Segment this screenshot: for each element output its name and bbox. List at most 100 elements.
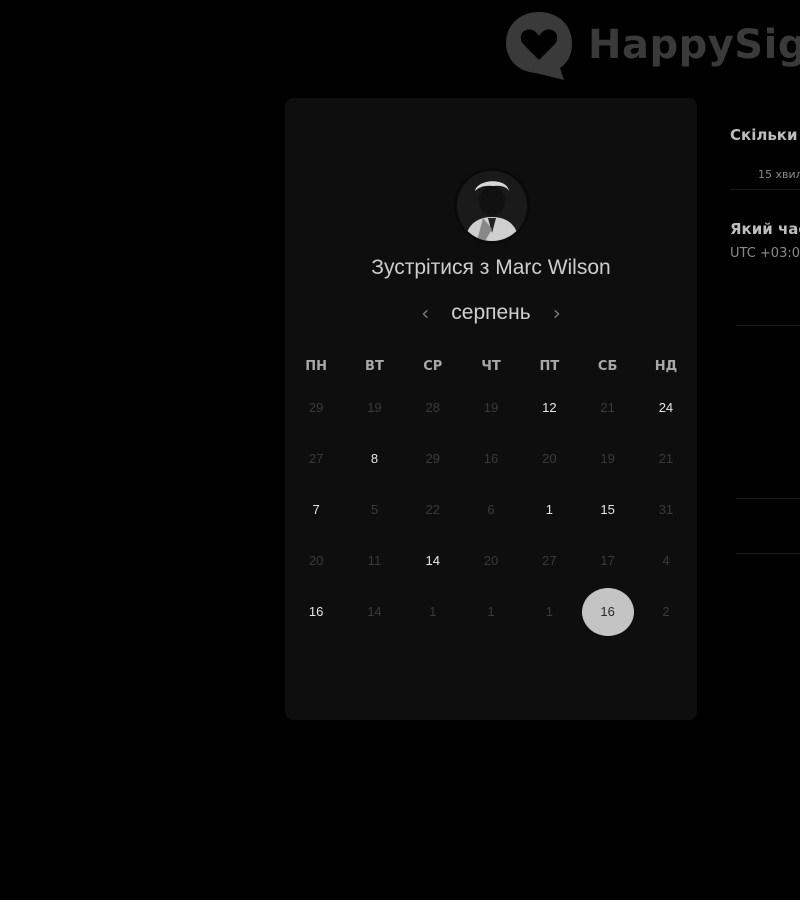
day-number: 20: [483, 553, 499, 568]
calendar-week-row: 7 5 22 6 1 15 31: [287, 484, 699, 535]
day-number: 4: [662, 553, 670, 568]
calendar-day: 21: [637, 451, 695, 466]
day-number: 24: [658, 400, 674, 415]
weekday-label: ЧТ: [481, 358, 501, 374]
person-icon: [457, 171, 527, 241]
weekday-label: ПН: [305, 358, 328, 374]
day-number: 17: [600, 553, 615, 568]
calendar-week-row: 27 8 29 16 20 19 21: [287, 433, 699, 484]
calendar-day: 19: [462, 400, 520, 415]
calendar-day-selected[interactable]: 16: [578, 587, 636, 636]
weekday-label: СБ: [597, 358, 618, 374]
day-number: 29: [425, 451, 440, 466]
calendar-grid: ПН ВТ СР ЧТ ПТ СБ НД 29 19 28 19 12 21 24 27 8 29…: [287, 350, 699, 637]
calendar-week-row: 16 14 1 1 1 16 2: [287, 586, 699, 637]
avatar: [454, 168, 530, 244]
day-number: 16: [483, 451, 499, 466]
calendar-day: 5: [345, 502, 403, 517]
day-number: 19: [483, 400, 499, 415]
calendar-day: 27: [520, 553, 578, 568]
chevron-left-icon[interactable]: ‹: [415, 301, 435, 325]
day-number: 6: [487, 502, 495, 517]
timezone-select[interactable]: UTC +03:0: [730, 246, 800, 261]
day-number: 11: [367, 553, 382, 568]
day-number: 1: [487, 604, 495, 619]
time-question: Який час: [730, 220, 800, 238]
calendar-day: 19: [578, 451, 636, 466]
booking-card: Зустрітися з Marc Wilson ‹ серпень › ПН …: [285, 98, 697, 720]
calendar-day: 11: [345, 553, 403, 568]
month-label: серпень: [451, 301, 531, 324]
calendar-day[interactable]: 8: [345, 451, 403, 466]
calendar-day: 19: [345, 400, 403, 415]
day-number: 20: [542, 451, 557, 466]
page: HappySig Зустрітися з Marc Wilson ‹ серп…: [0, 0, 800, 900]
calendar-day: 1: [404, 604, 462, 619]
day-number: 1: [429, 604, 437, 619]
day-number: 7: [312, 502, 320, 517]
day-number: 1: [545, 502, 553, 517]
day-number: 12: [542, 400, 557, 415]
calendar-day: 1: [462, 604, 520, 619]
calendar-day: 2: [637, 604, 695, 619]
day-number: 19: [367, 400, 382, 415]
day-number: 21: [658, 451, 674, 466]
day-number: 16: [308, 604, 324, 619]
calendar-day: 20: [462, 553, 520, 568]
calendar-day: 6: [462, 502, 520, 517]
heart-chat-icon: [506, 12, 572, 80]
calendar-day[interactable]: 24: [637, 400, 695, 415]
divider: [736, 325, 800, 326]
weekday-label: НД: [654, 358, 678, 374]
day-number: 19: [600, 451, 615, 466]
day-number: 14: [425, 553, 440, 568]
calendar-day: 29: [287, 400, 345, 415]
divider: [736, 553, 800, 554]
calendar-day[interactable]: 16: [287, 604, 345, 619]
weekday-label: СР: [423, 358, 443, 374]
calendar-day: 16: [462, 451, 520, 466]
calendar-week-row: 29 19 28 19 12 21 24: [287, 382, 699, 433]
calendar-day: 1: [520, 604, 578, 619]
calendar-day[interactable]: 1: [520, 502, 578, 517]
divider: [736, 498, 800, 499]
calendar-day: 22: [404, 502, 462, 517]
calendar-day[interactable]: 12: [520, 400, 578, 415]
weekday-label: ВТ: [365, 358, 384, 374]
meeting-title: Зустрітися з Marc Wilson: [371, 256, 611, 279]
calendar-day[interactable]: 7: [287, 502, 345, 517]
calendar-day: 20: [520, 451, 578, 466]
weekday-label: ПТ: [539, 358, 560, 374]
details-panel: Скільки 15 хвил Який час UTC +03:0: [730, 0, 800, 900]
calendar-day: 21: [578, 400, 636, 415]
calendar-day: 27: [287, 451, 345, 466]
calendar-weeks: 29 19 28 19 12 21 24 27 8 29 16 20 19 21 7 5 22 6 1 15 31 20 1…: [287, 382, 699, 637]
day-number: 14: [367, 604, 382, 619]
calendar-day: 29: [404, 451, 462, 466]
day-number: 20: [308, 553, 324, 568]
day-number: 27: [542, 553, 557, 568]
calendar-day: 4: [637, 553, 695, 568]
day-number: 5: [370, 502, 379, 517]
day-number: 29: [308, 400, 324, 415]
chevron-right-icon[interactable]: ›: [547, 301, 567, 325]
duration-select[interactable]: 15 хвил: [730, 160, 800, 190]
day-number: 8: [370, 451, 379, 466]
calendar-day: 17: [578, 553, 636, 568]
calendar-day: 31: [637, 502, 695, 517]
day-number: 1: [545, 604, 553, 619]
day-number: 21: [600, 400, 615, 415]
calendar-week-row: 20 11 14 20 27 17 4: [287, 535, 699, 586]
day-number: 27: [308, 451, 324, 466]
day-number: 31: [658, 502, 674, 517]
month-navigation: ‹ серпень ›: [285, 298, 697, 328]
duration-question: Скільки: [730, 126, 798, 144]
weekday-header-row: ПН ВТ СР ЧТ ПТ СБ НД: [287, 350, 699, 382]
day-number: 2: [662, 604, 670, 619]
calendar-day[interactable]: 14: [404, 553, 462, 568]
day-number: 15: [600, 502, 615, 517]
calendar-day: 28: [404, 400, 462, 415]
day-number: 16: [581, 587, 634, 636]
calendar-day[interactable]: 15: [578, 502, 636, 517]
day-number: 28: [425, 400, 440, 415]
